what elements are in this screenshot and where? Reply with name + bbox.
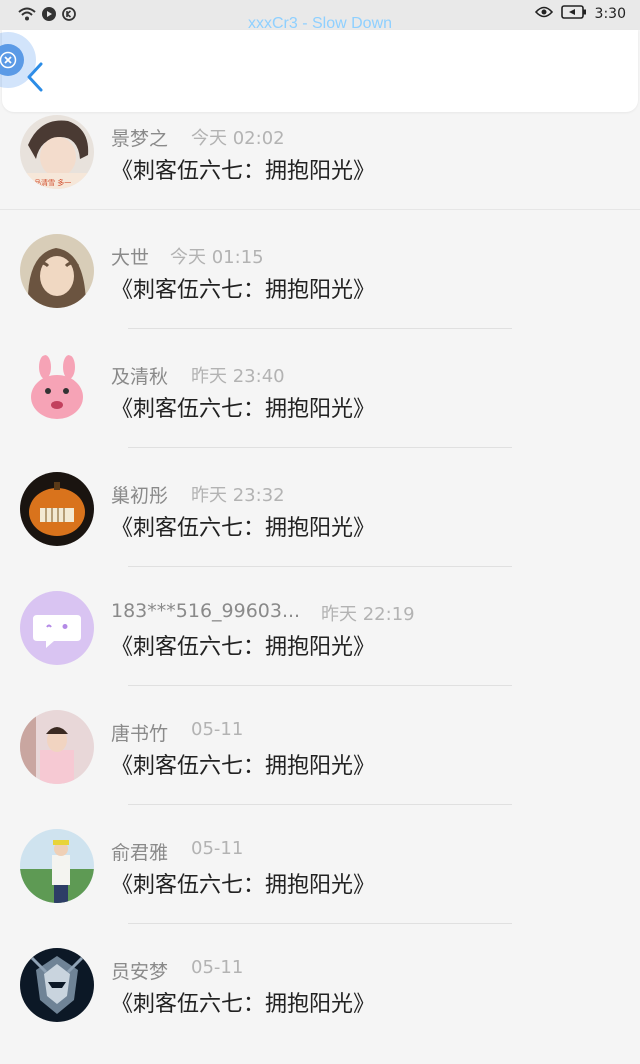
- comment-title: 《刺客伍六七：拥抱阳光》: [111, 873, 376, 898]
- post-time: 今天 01:15: [170, 247, 264, 268]
- list-item[interactable]: 俞君雅 05-11 《刺客伍六七：拥抱阳光》: [0, 826, 640, 945]
- user-name: 员安梦: [111, 961, 169, 983]
- post-time: 昨天 23:32: [191, 485, 285, 506]
- list-item[interactable]: 及清秋 昨天 23:40 《刺客伍六七：拥抱阳光》: [0, 350, 640, 469]
- divider: [128, 804, 512, 805]
- avatar[interactable]: [20, 591, 94, 665]
- list-item[interactable]: 大世 今天 01:15 《刺客伍六七：拥抱阳光》: [0, 231, 640, 350]
- chat-bubble-icon: [33, 615, 81, 648]
- avatar[interactable]: [20, 234, 94, 308]
- avatar[interactable]: [20, 472, 94, 546]
- user-name: 唐书竹: [111, 723, 169, 745]
- top-header: [2, 30, 638, 112]
- post-time: 今天 02:02: [191, 128, 285, 149]
- divider: [128, 566, 512, 567]
- divider: [0, 209, 640, 210]
- user-name: 大世: [111, 247, 150, 269]
- list-item[interactable]: 巢初彤 昨天 23:32 《刺客伍六七：拥抱阳光》: [0, 469, 640, 588]
- post-time: 昨天 22:19: [321, 604, 415, 625]
- post-time: 05-11: [191, 957, 244, 978]
- user-name: 俞君雅: [111, 842, 169, 864]
- divider: [128, 328, 512, 329]
- post-time: 昨天 23:40: [191, 366, 285, 387]
- comment-title: 《刺客伍六七：拥抱阳光》: [111, 754, 376, 779]
- list-item[interactable]: 品清雪 多一 景梦之 今天 02:02 《刺客伍六七：拥抱阳光》: [0, 112, 640, 231]
- user-name: 及清秋: [111, 366, 169, 388]
- avatar[interactable]: [20, 353, 94, 427]
- now-playing-title: xxxCr3 - Slow Down: [247, 15, 393, 32]
- divider: [128, 923, 512, 924]
- comment-title: 《刺客伍六七：拥抱阳光》: [111, 635, 376, 660]
- comment-title: 《刺客伍六七：拥抱阳光》: [111, 278, 376, 303]
- comment-title: 《刺客伍六七：拥抱阳光》: [111, 992, 376, 1017]
- avatar[interactable]: 品清雪 多一: [20, 115, 94, 189]
- list-item[interactable]: 员安梦 05-11 《刺客伍六七：拥抱阳光》: [0, 945, 640, 1064]
- avatar[interactable]: [20, 710, 94, 784]
- avatar[interactable]: [20, 948, 94, 1022]
- user-name: 巢初彤: [111, 485, 169, 507]
- comment-title: 《刺客伍六七：拥抱阳光》: [111, 159, 376, 184]
- list-item[interactable]: 183***516_99603... 昨天 22:19 《刺客伍六七：拥抱阳光》: [0, 588, 640, 707]
- svg-text:品清雪 多一: 品清雪 多一: [34, 178, 71, 187]
- user-name: 183***516_99603...: [111, 600, 301, 622]
- comment-title: 《刺客伍六七：拥抱阳光》: [111, 397, 376, 422]
- divider: [128, 447, 512, 448]
- comment-title: 《刺客伍六七：拥抱阳光》: [111, 516, 376, 541]
- comment-list: 品清雪 多一 景梦之 今天 02:02 《刺客伍六七：拥抱阳光》 大世 今天 0…: [0, 112, 640, 1064]
- list-item[interactable]: 唐书竹 05-11 《刺客伍六七：拥抱阳光》: [0, 707, 640, 826]
- divider: [128, 685, 512, 686]
- avatar[interactable]: [20, 829, 94, 903]
- post-time: 05-11: [191, 838, 244, 859]
- close-circle-icon: [0, 44, 24, 76]
- user-name: 景梦之: [111, 128, 169, 150]
- post-time: 05-11: [191, 719, 244, 740]
